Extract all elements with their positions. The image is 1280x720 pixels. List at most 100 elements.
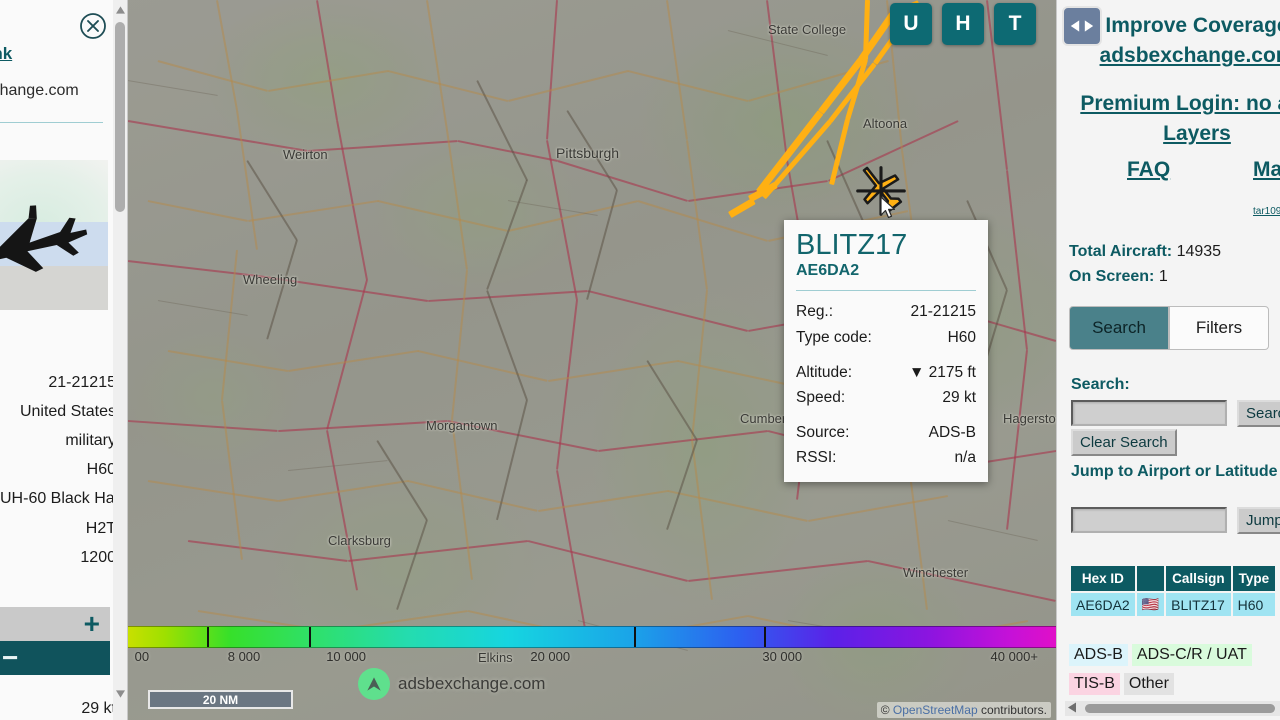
aircraft-info-popup[interactable]: BLITZ17 AE6DA2 Reg.: 21-21215 Type code: H6…	[784, 220, 988, 483]
aircraft-photo	[0, 160, 108, 310]
close-icon	[80, 13, 106, 39]
legend-chip: ADS-B	[1069, 644, 1128, 666]
scroll-up-arrow-icon[interactable]	[116, 6, 125, 14]
table-cell-hex: AE6DA2	[1071, 593, 1135, 616]
table-column-header[interactable]: Type	[1232, 566, 1276, 591]
altitude-scale-label: 20 000	[530, 649, 571, 664]
premium-login-link[interactable]: Premium Login: no ads	[1057, 92, 1280, 116]
altitude-scale-label: 30 000	[762, 649, 803, 664]
popup-row-gap	[796, 410, 976, 420]
popup-row-label: Type code:	[796, 328, 872, 346]
altitude-scale-tick	[206, 627, 209, 647]
altitude-gradient-bar	[128, 626, 1056, 648]
popup-row-value: ADS-B	[928, 423, 976, 441]
popup-row-value: n/a	[954, 448, 976, 466]
altitude-scale-label: 8 000	[227, 649, 261, 664]
panel-speed-value: 29 kt	[81, 700, 116, 717]
improve-coverage-link[interactable]: adsbexchange.com	[1057, 44, 1280, 68]
adsbexchange-brand: adsbexchange.com	[358, 668, 545, 700]
altitude-scale-tick	[763, 627, 766, 647]
map-button-u[interactable]: U	[890, 3, 932, 45]
legend-chip: ADS-C/R / UAT	[1131, 644, 1252, 666]
jump-input[interactable]	[1071, 507, 1227, 533]
table-column-header[interactable]: Callsign	[1166, 566, 1231, 591]
hscrollbar-thumb[interactable]	[1085, 704, 1275, 713]
aircraft-spec-value: United States	[19, 403, 116, 421]
data-source-legend: ADS-B ADS-C/R / UAT TIS-B Other	[1069, 644, 1280, 695]
legend-chip: Other	[1123, 673, 1174, 695]
popup-hex-id: AE6DA2	[796, 262, 860, 280]
altitude-increase-bar[interactable]: +	[0, 607, 110, 641]
table-column-header[interactable]	[1136, 566, 1165, 591]
tar1090-link[interactable]: tar1090	[1253, 206, 1280, 217]
altitude-scale-label: 00	[134, 649, 150, 664]
brand-text: adsbexchange.com	[398, 674, 546, 693]
legend-line: TIS-B Other	[1069, 673, 1280, 695]
openstreetmap-link[interactable]: OpenStreetMap	[893, 703, 978, 717]
search-input[interactable]	[1071, 400, 1227, 426]
altitude-decrease-bar[interactable]: −	[0, 641, 110, 675]
search-submit-button[interactable]: Search	[1237, 400, 1280, 427]
city-label: Weirton	[283, 147, 328, 162]
map-scale-bar: 20 NM	[148, 690, 293, 709]
tab-filters[interactable]: Filters	[1169, 306, 1269, 350]
tab-search[interactable]: Search	[1069, 306, 1169, 350]
popup-row-label: Altitude:	[796, 363, 853, 381]
aircraft-spec-value: 21-21215	[48, 374, 116, 391]
table-row[interactable]: AE6DA2 🇺🇸 BLITZ17 H60	[1071, 593, 1276, 616]
copy-link-button[interactable]: Copy Link	[0, 44, 110, 64]
popup-row-value: 29 kt	[942, 388, 976, 406]
aircraft-spec-list: 21-21215 United States military H60 UH-60 Bl…	[0, 368, 127, 572]
aircraft-table-element: Hex ID Callsign Type AE6DA2 🇺🇸 BLITZ17 H60	[1069, 564, 1277, 618]
aircraft-spec-value: military	[65, 432, 116, 450]
popup-row-value: H60	[947, 328, 976, 346]
aircraft-detail-sidebar[interactable]: Copy Link adsbexchange.com 21-21215 Unite…	[0, 0, 128, 720]
map-button-t[interactable]: T	[994, 3, 1036, 45]
layers-link[interactable]: Layers	[1057, 122, 1280, 146]
popup-row: Altitude: ▼ 2175 ft	[796, 360, 976, 385]
clear-search-button[interactable]: Clear Search	[1071, 429, 1177, 456]
aircraft-silhouette-icon	[0, 205, 88, 272]
total-aircraft-value: 14935	[1176, 243, 1222, 260]
popup-row-label: RSSI:	[796, 448, 837, 466]
controls-sidebar[interactable]: Improve Coverage adsbexchange.com Premiu…	[1056, 0, 1280, 720]
popup-row-value: ▼ 2175 ft	[908, 363, 976, 381]
adsbexchange-logo-icon	[358, 668, 390, 700]
attribution-suffix: contributors.	[977, 703, 1047, 717]
table-column-header[interactable]: Hex ID	[1071, 566, 1135, 591]
on-screen-value: 1	[1158, 267, 1168, 285]
panel-url-text: adsbexchange.com	[0, 82, 79, 99]
scroll-left-arrow-icon[interactable]	[1068, 702, 1076, 713]
city-label: Hagerstown	[1003, 411, 1056, 426]
sidebar-tabs: Search Filters	[1069, 306, 1269, 350]
legend-chip: TIS-B	[1069, 673, 1120, 695]
aircraft-spec-value: 1200	[80, 548, 116, 566]
map-button-h[interactable]: H	[942, 3, 984, 45]
table-cell-type: H60	[1232, 593, 1276, 616]
legend-line: ADS-B ADS-C/R / UAT	[1069, 644, 1280, 666]
faq-link[interactable]: FAQ	[1127, 158, 1170, 182]
popup-row-value: 21-21215	[910, 303, 976, 321]
popup-row: Type code: H60	[796, 325, 976, 350]
popup-row-label: Source:	[796, 423, 850, 441]
left-panel-scrollbar[interactable]	[113, 0, 127, 720]
table-horizontal-scrollbar[interactable]	[1065, 701, 1280, 716]
city-label: Wheeling	[243, 272, 298, 287]
city-label: Clarksburg	[328, 533, 391, 548]
popup-row: RSSI: n/a	[796, 445, 976, 470]
jump-submit-button[interactable]: Jump	[1237, 507, 1280, 534]
scrollbar-thumb[interactable]	[115, 22, 125, 212]
scroll-down-arrow-icon[interactable]	[116, 690, 125, 698]
logo-chevron-icon	[367, 677, 381, 691]
altitude-scale-label: 10 000	[326, 649, 366, 664]
on-screen-label: On Screen:	[1069, 267, 1155, 285]
aircraft-spec-value: H2T	[85, 519, 116, 537]
aircraft-table[interactable]: Hex ID Callsign Type AE6DA2 🇺🇸 BLITZ17 H60	[1069, 564, 1277, 618]
table-header-row: Hex ID Callsign Type	[1071, 566, 1276, 591]
close-panel-button[interactable]	[79, 12, 107, 45]
map-info-link[interactable]: Map Info	[1253, 158, 1280, 182]
altitude-scale-tick	[308, 627, 311, 647]
city-label: Winchester	[903, 565, 969, 580]
popup-detail-rows: Reg.: 21-21215 Type code: H60 Altitude: ▼ 217…	[796, 299, 976, 470]
city-label: Pittsburgh	[556, 145, 620, 161]
